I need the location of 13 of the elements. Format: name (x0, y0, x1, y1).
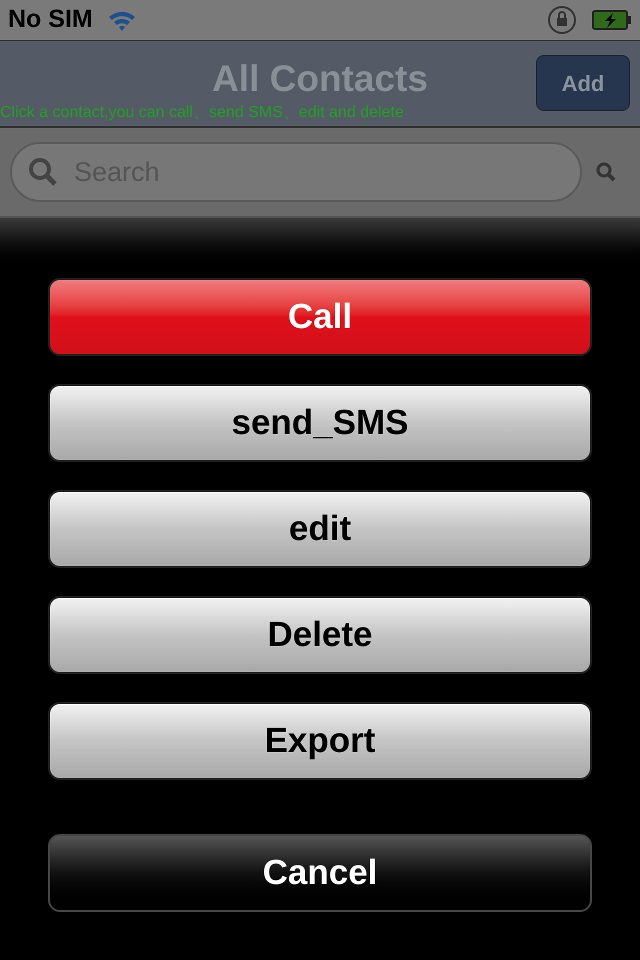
action-button[interactable]: Export (48, 702, 592, 780)
hint-text: Click a contact,you can call、send SMS、edit and delete (0, 105, 404, 121)
battery-icon (592, 10, 632, 30)
cancel-button[interactable]: Cancel (48, 834, 592, 912)
carrier-label: No SIM (8, 4, 93, 36)
action-button[interactable]: Delete (48, 596, 592, 674)
search-icon (28, 157, 58, 187)
search-icon[interactable] (596, 162, 616, 182)
add-button[interactable]: Add (536, 55, 630, 111)
action-button[interactable]: send_SMS (48, 384, 592, 462)
action-button[interactable]: Call (48, 278, 592, 356)
action-button[interactable]: edit (48, 490, 592, 568)
rotation-lock-icon (546, 4, 578, 36)
